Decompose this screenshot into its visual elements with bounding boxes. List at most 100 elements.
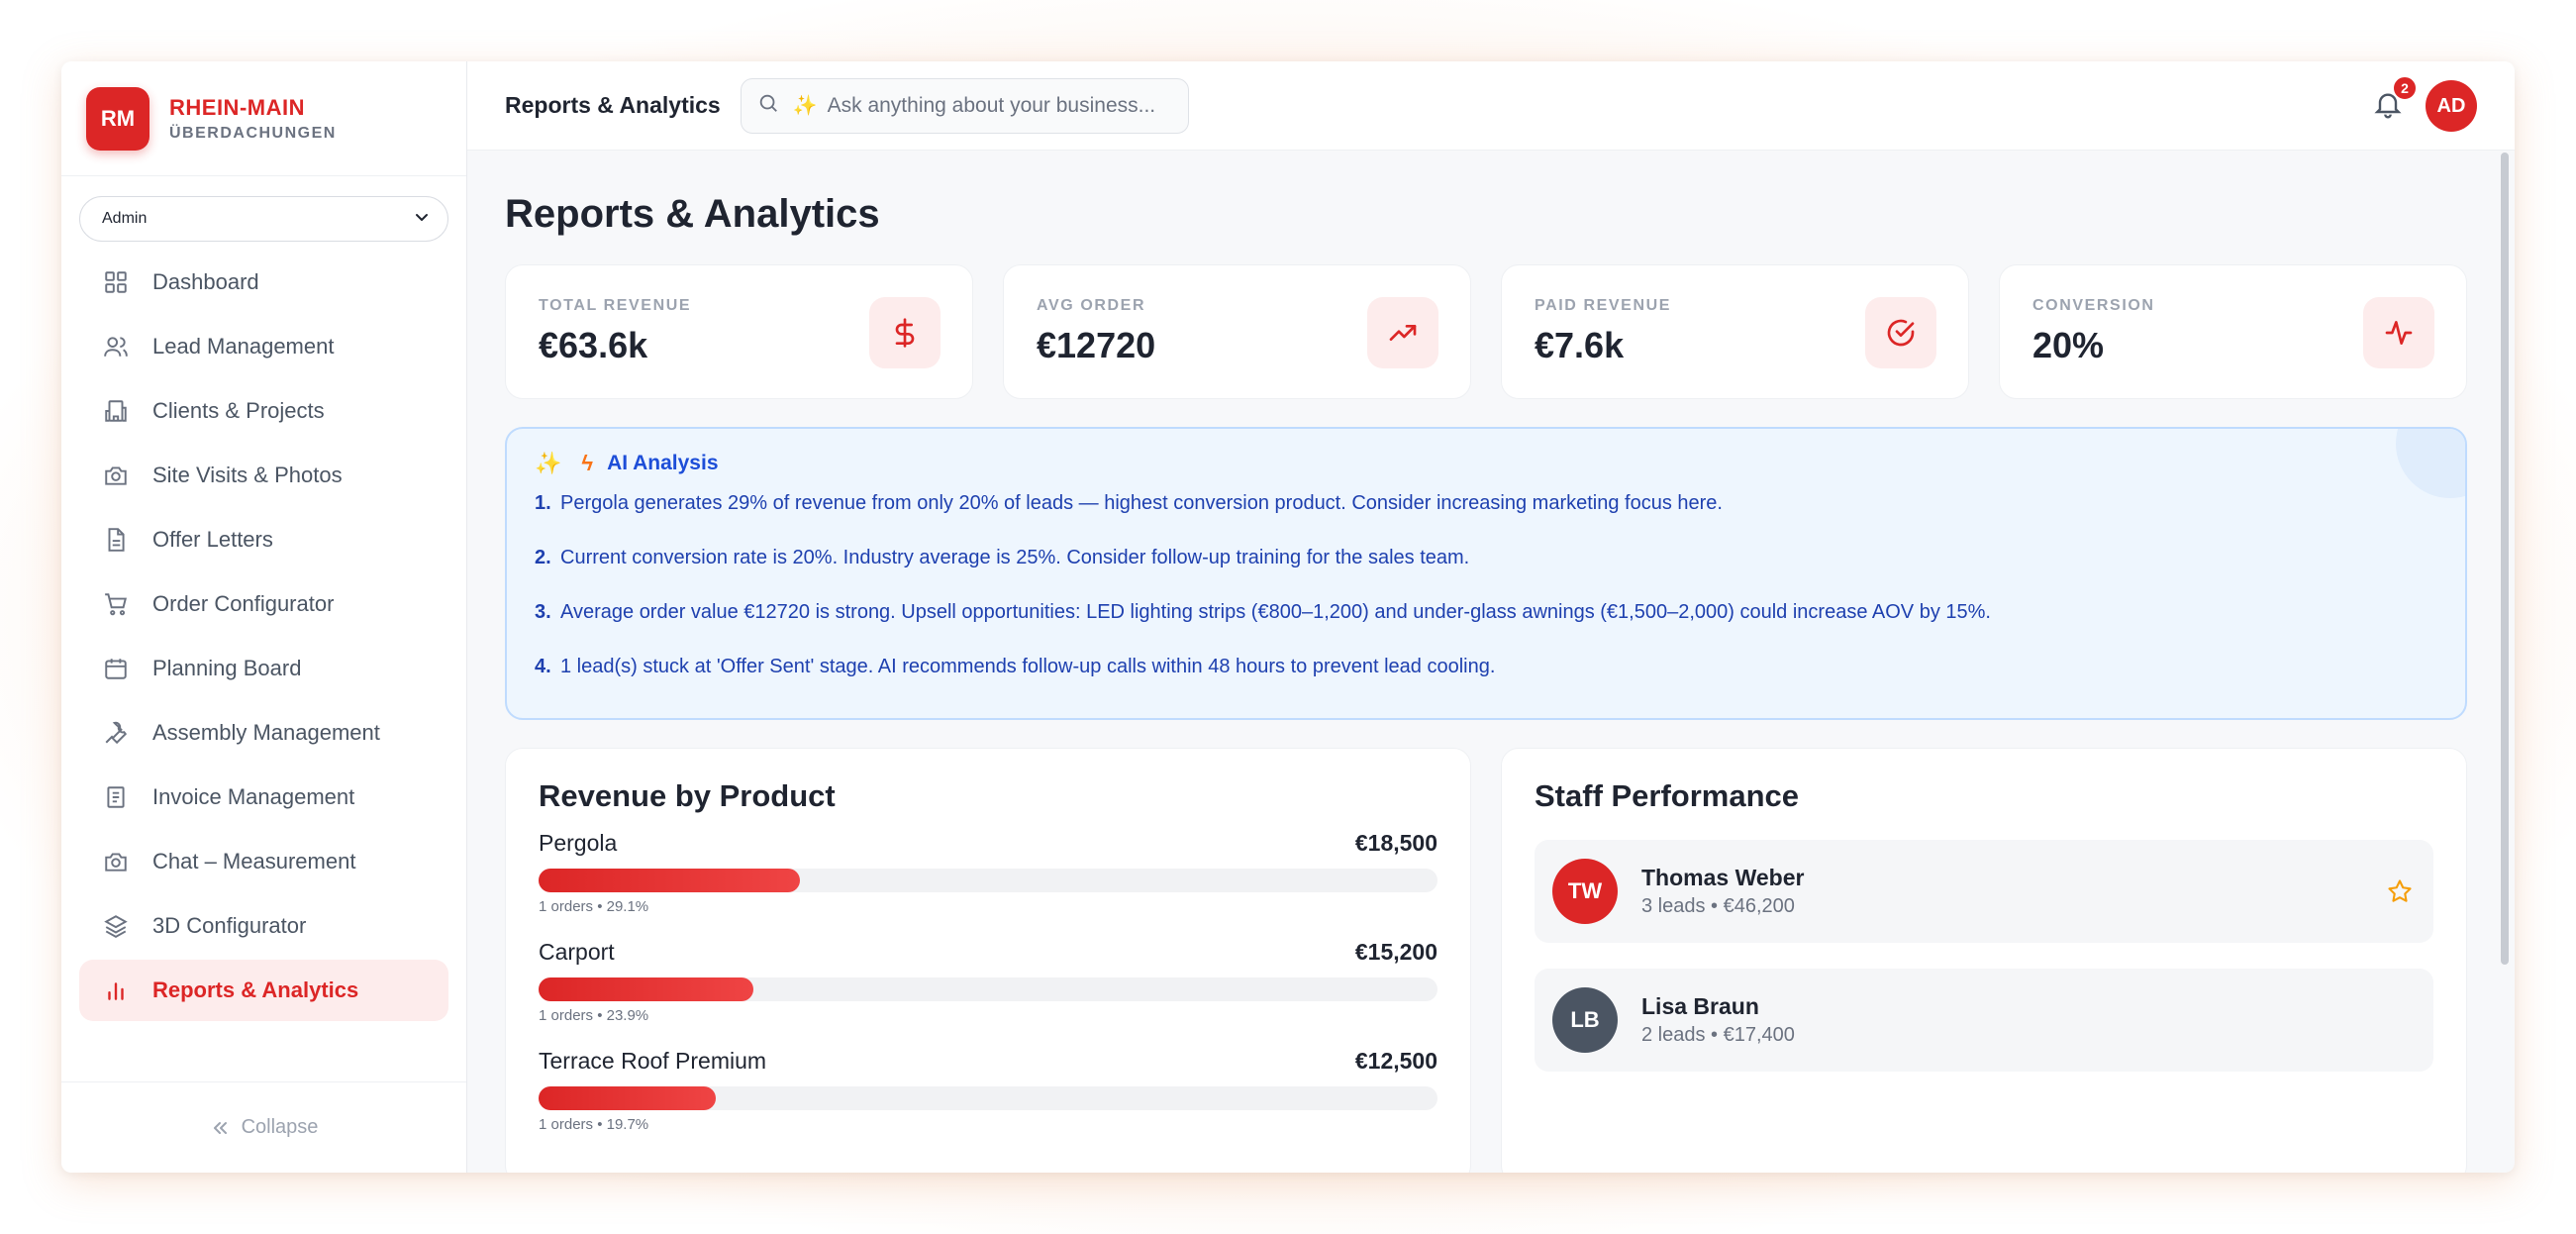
sidebar-item-label: 3D Configurator — [152, 913, 307, 938]
brand-logo: RM — [86, 86, 149, 151]
role-select[interactable]: Admin — [79, 196, 448, 242]
dollar-icon — [869, 297, 941, 368]
lightning-icon: ϟ — [581, 451, 594, 475]
progress-fill — [539, 1086, 716, 1110]
list-number: 2. — [535, 547, 551, 568]
decorative-circle — [2396, 429, 2465, 498]
progress-fill — [539, 977, 753, 1001]
sidebar-item-label: Assembly Management — [152, 720, 380, 745]
staff-card[interactable]: TW Thomas Weber 3 leads • €46,200 — [1535, 840, 2433, 943]
sidebar-item-site-visits[interactable]: Site Visits & Photos — [79, 445, 448, 506]
product-name: Terrace Roof Premium — [539, 1048, 767, 1074]
page-title: Reports & Analytics — [505, 192, 880, 236]
topbar: Reports & Analytics ✨ Ask anything about… — [467, 61, 2515, 151]
staff-performance-panel: Staff Performance TW Thomas Weber 3 lead… — [1501, 748, 2467, 1173]
brand-subtitle: ÜBERDACHUNGEN — [169, 124, 337, 142]
progress-track — [539, 1086, 1437, 1110]
users-icon — [101, 332, 131, 361]
sidebar-item-offer-letters[interactable]: Offer Letters — [79, 509, 448, 570]
staff-name: Lisa Braun — [1641, 993, 1759, 1019]
list-text: 1 lead(s) stuck at 'Offer Sent' stage. A… — [560, 656, 1496, 677]
stat-card-conversion: CONVERSION 20% — [1999, 264, 2467, 399]
sidebar-item-lead-management[interactable]: Lead Management — [79, 316, 448, 377]
sidebar-item-label: Site Visits & Photos — [152, 463, 343, 487]
staff-card[interactable]: LB Lisa Braun 2 leads • €17,400 — [1535, 969, 2433, 1072]
notification-badge: 2 — [2392, 75, 2418, 101]
sidebar-item-label: Invoice Management — [152, 784, 355, 809]
chevrons-left-icon — [213, 1121, 227, 1134]
sidebar-item-label: Dashboard — [152, 269, 259, 294]
product-amount: €12,500 — [1354, 1048, 1437, 1074]
role-select-value: Admin — [102, 210, 148, 227]
list-number: 3. — [535, 601, 551, 623]
document-icon — [101, 525, 131, 555]
list-text: Pergola generates 29% of revenue from on… — [560, 492, 1723, 514]
product-name: Carport — [539, 939, 615, 965]
user-avatar[interactable]: AD — [2426, 80, 2477, 132]
brand-name: RHEIN-MAIN — [169, 94, 305, 120]
ai-analysis-panel: ✨ ϟ AI Analysis 1. Pergola generates 29%… — [505, 427, 2467, 720]
sidebar-item-planning-board[interactable]: Planning Board — [79, 638, 448, 699]
product-name: Pergola — [539, 830, 618, 856]
sidebar-item-clients-projects[interactable]: Clients & Projects — [79, 380, 448, 442]
progress-track — [539, 869, 1437, 892]
stat-card-avg-order: AVG ORDER €12720 — [1003, 264, 1471, 399]
staff-meta: 2 leads • €17,400 — [1641, 1024, 1795, 1046]
revenue-list: Pergola €18,500 1 orders • 29.1% Carport — [539, 830, 1437, 1157]
sidebar-item-order-configurator[interactable]: Order Configurator — [79, 573, 448, 635]
sidebar-item-label: Reports & Analytics — [152, 977, 359, 1002]
sidebar-item-3d-configurator[interactable]: 3D Configurator — [79, 895, 448, 957]
grid-icon — [101, 267, 131, 297]
lower-row: Revenue by Product Pergola €18,500 1 ord… — [505, 748, 2467, 1173]
ai-analysis-header: ✨ ϟ AI Analysis — [535, 451, 2437, 476]
sidebar-item-assembly-management[interactable]: Assembly Management — [79, 702, 448, 764]
list-text: Average order value €12720 is strong. Up… — [560, 601, 1991, 623]
sidebar-item-label: Offer Letters — [152, 527, 273, 552]
list-item: 4. 1 lead(s) stuck at 'Offer Sent' stage… — [535, 656, 2437, 710]
list-item: 3. Average order value €12720 is strong.… — [535, 601, 2437, 656]
search-icon — [757, 92, 779, 120]
calendar-icon — [101, 654, 131, 683]
sidebar-item-label: Lead Management — [152, 334, 335, 359]
sidebar: RM RHEIN-MAIN ÜBERDACHUNGEN Admin Dashbo… — [61, 61, 467, 1173]
app-window: RM RHEIN-MAIN ÜBERDACHUNGEN Admin Dashbo… — [61, 61, 2515, 1173]
sidebar-item-reports-analytics[interactable]: Reports & Analytics — [79, 960, 448, 1021]
revenue-item: Terrace Roof Premium €12,500 1 orders • … — [539, 1048, 1437, 1157]
product-meta: 1 orders • 29.1% — [539, 898, 649, 915]
sidebar-item-chat-measurement[interactable]: Chat – Measurement — [79, 831, 448, 892]
sidebar-item-label: Order Configurator — [152, 591, 335, 616]
sidebar-nav: Dashboard Lead Management Clients & Proj… — [61, 252, 466, 1024]
sparkle-icon: ✨ — [535, 451, 562, 475]
trending-up-icon — [1367, 297, 1438, 368]
layers-icon — [101, 911, 131, 941]
collapse-label: Collapse — [241, 1116, 319, 1138]
notification-button[interactable]: 2 — [2372, 75, 2418, 127]
staff-meta: 3 leads • €46,200 — [1641, 895, 1795, 917]
sidebar-item-label: Planning Board — [152, 656, 302, 680]
chevron-down-icon — [414, 209, 430, 230]
sidebar-item-dashboard[interactable]: Dashboard — [79, 252, 448, 313]
main-area: Reports & Analytics ✨ Ask anything about… — [467, 61, 2515, 1173]
bar-chart-icon — [101, 976, 131, 1005]
panel-title: Revenue by Product — [539, 778, 836, 813]
brand-text: RHEIN-MAIN ÜBERDACHUNGEN — [169, 95, 337, 143]
product-meta: 1 orders • 19.7% — [539, 1116, 649, 1133]
check-circle-icon — [1865, 297, 1936, 368]
receipt-icon — [101, 782, 131, 812]
search-input[interactable]: ✨ Ask anything about your business... — [740, 77, 1189, 134]
staff-name: Thomas Weber — [1641, 865, 1805, 890]
cart-icon — [101, 589, 131, 619]
camera-icon — [101, 847, 131, 876]
revenue-item: Pergola €18,500 1 orders • 29.1% — [539, 830, 1437, 939]
product-meta: 1 orders • 23.9% — [539, 1007, 649, 1024]
list-text: Current conversion rate is 20%. Industry… — [560, 547, 1470, 568]
collapse-button[interactable]: Collapse — [61, 1081, 466, 1173]
content: Reports & Analytics TOTAL REVENUE €63.6k… — [467, 192, 2515, 1173]
sidebar-item-invoice-management[interactable]: Invoice Management — [79, 767, 448, 828]
product-amount: €18,500 — [1354, 830, 1437, 856]
avatar: LB — [1552, 987, 1618, 1053]
building-icon — [101, 396, 131, 426]
list-number: 1. — [535, 492, 551, 514]
revenue-item: Carport €15,200 1 orders • 23.9% — [539, 939, 1437, 1048]
ai-analysis-list: 1. Pergola generates 29% of revenue from… — [535, 492, 2437, 710]
